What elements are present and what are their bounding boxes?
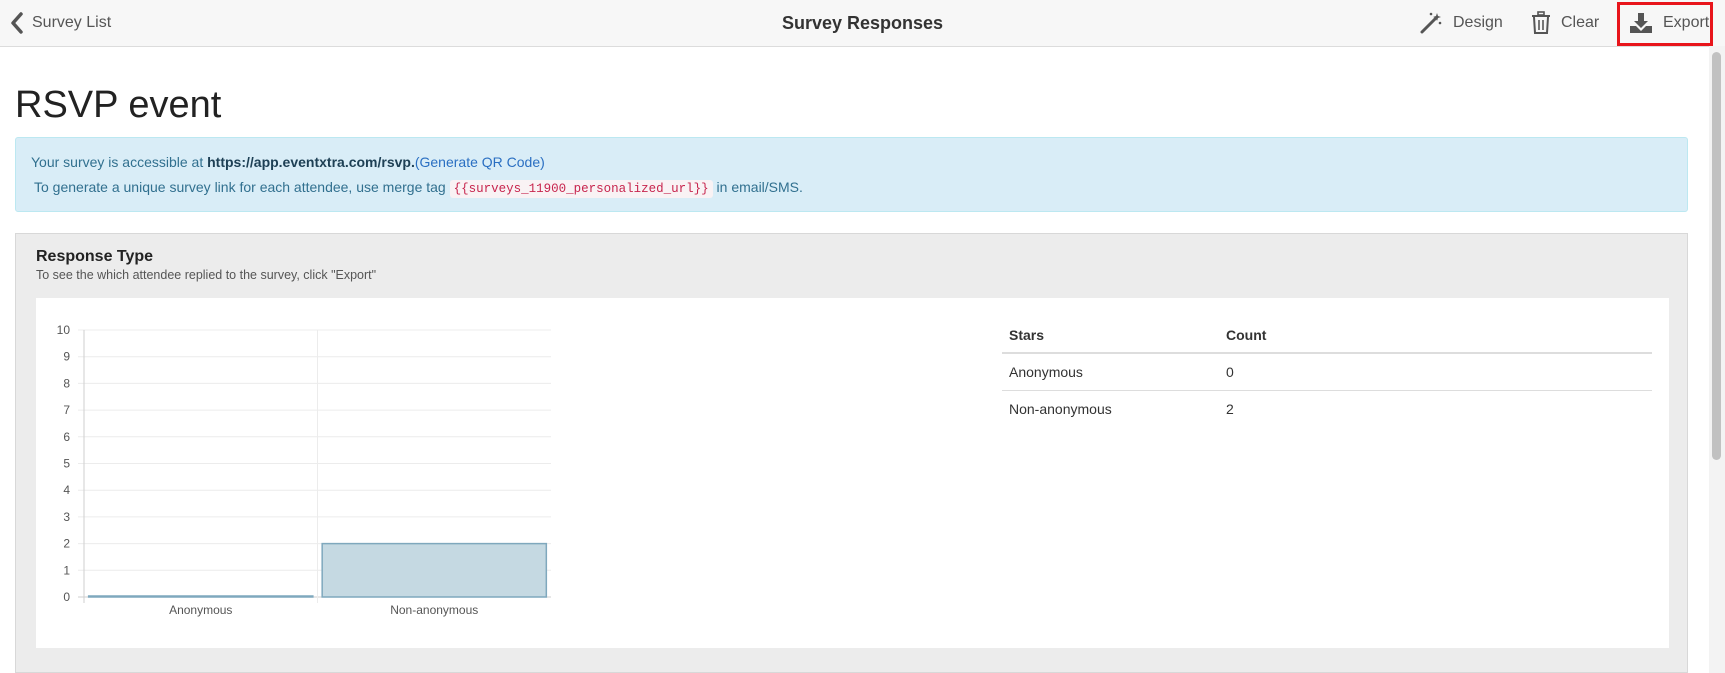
survey-title: RSVP event <box>15 84 222 126</box>
survey-info-alert: Your survey is accessible at https://app… <box>15 137 1688 212</box>
table-header-row: Stars Count <box>1002 318 1652 354</box>
y-tick-label: 1 <box>63 563 70 577</box>
response-type-bar-chart: 0 1 2 3 4 5 6 7 8 9 10 Anonymous Non-anonymous <box>57 323 551 617</box>
y-tick-label: 3 <box>63 510 70 524</box>
info-line-merge-tag: To generate a unique survey link for eac… <box>34 179 803 198</box>
magic-wand-icon <box>1420 12 1442 34</box>
scrollbar-thumb[interactable] <box>1712 52 1721 460</box>
row-count: 0 <box>1219 352 1652 391</box>
y-tick-label: 2 <box>63 537 70 551</box>
trash-icon <box>1532 11 1550 34</box>
y-tick-label: 5 <box>63 457 70 471</box>
survey-url: https://app.eventxtra.com/rsvp <box>207 154 411 170</box>
back-to-survey-list-button[interactable]: Survey List <box>10 0 111 46</box>
table-row: Anonymous 0 <box>1002 352 1652 391</box>
merge-tag-prefix: To generate a unique survey link for eac… <box>34 179 450 195</box>
y-tick-label: 6 <box>63 430 70 444</box>
export-highlight-box <box>1617 2 1713 46</box>
response-type-card: 0 1 2 3 4 5 6 7 8 9 10 Anonymous Non-anonymous Stars… <box>36 298 1669 648</box>
response-count-table: Stars Count Anonymous 0 Non-anonymous 2 <box>1002 318 1652 427</box>
merge-tag-code: {{surveys_11900_personalized_url}} <box>449 180 713 198</box>
main-content: RSVP event Your survey is accessible at … <box>0 46 1709 673</box>
y-tick-label: 0 <box>63 590 70 604</box>
response-type-panel: Response Type To see the which attendee … <box>15 233 1688 673</box>
y-tick-label: 7 <box>63 403 70 417</box>
merge-tag-suffix: in email/SMS. <box>712 179 803 195</box>
clear-button[interactable]: Clear <box>1531 0 1599 46</box>
column-header-stars: Stars <box>1002 318 1219 354</box>
x-tick-label: Anonymous <box>169 603 232 617</box>
y-tick-label: 4 <box>63 483 70 497</box>
row-label: Anonymous <box>1002 352 1219 391</box>
bar-non-anonymous <box>321 542 548 598</box>
y-tick-label: 10 <box>57 323 71 337</box>
row-count: 2 <box>1219 390 1652 427</box>
table-row: Non-anonymous 2 <box>1002 390 1652 427</box>
bar-anonymous <box>87 595 314 598</box>
back-label: Survey List <box>32 14 112 31</box>
panel-subtitle: To see the which attendee replied to the… <box>36 268 377 282</box>
panel-title: Response Type <box>36 248 154 265</box>
design-label: Design <box>1453 14 1503 31</box>
clear-label: Clear <box>1561 14 1600 31</box>
info-prefix: Your survey is accessible at <box>31 154 208 170</box>
generate-qr-code-link[interactable]: (Generate QR Code) <box>415 154 545 170</box>
y-tick-label: 9 <box>63 350 70 364</box>
chevron-left-icon <box>11 12 23 34</box>
column-header-count: Count <box>1219 318 1652 354</box>
row-label: Non-anonymous <box>1002 390 1219 427</box>
design-button[interactable]: Design <box>1419 0 1503 46</box>
top-toolbar: Survey List Survey Responses Design Clea… <box>0 0 1725 47</box>
y-tick-label: 8 <box>63 376 70 390</box>
info-line-url: Your survey is accessible at https://app… <box>31 154 545 170</box>
x-tick-label: Non-anonymous <box>390 603 478 617</box>
